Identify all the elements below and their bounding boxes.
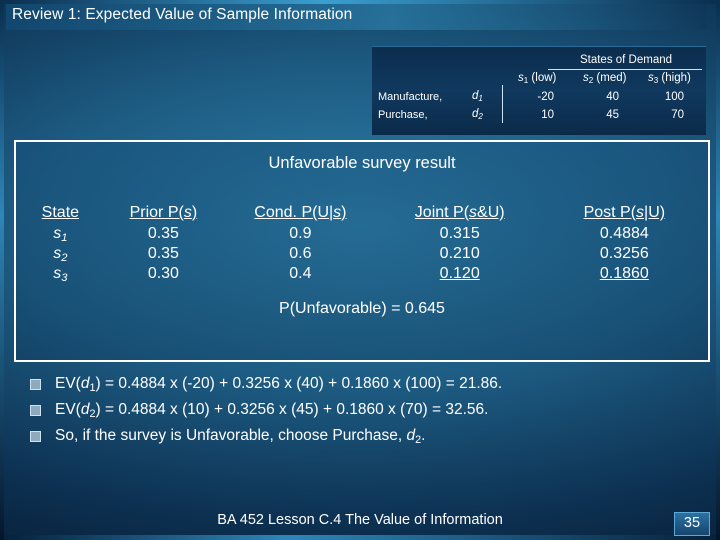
bullet-text-ev-d1: EV(d1) = 0.4884 x (-20) + 0.3256 x (40) … <box>55 375 503 395</box>
payoff-cell-d2-s2: 45 <box>606 109 619 121</box>
payoff-row-label-purchase: Purchase, <box>378 109 428 121</box>
payoff-col-header-s2: s2 (med) <box>583 72 627 86</box>
payoff-row-label-manufacture: Manufacture, <box>378 91 443 103</box>
col-header-state: State <box>41 204 80 221</box>
payoff-cell-d2-s1: 10 <box>541 109 554 121</box>
table-row: s1 0.35 0.9 0.315 0.4884 <box>20 224 704 244</box>
table-header-row: State Prior P(s) Cond. P(U|s) Joint P(s&… <box>20 204 704 224</box>
posterior-probability-table: State Prior P(s) Cond. P(U|s) Joint P(s&… <box>20 204 704 284</box>
cell-post-s3: 0.1860 <box>599 265 649 282</box>
col-header-joint: Joint P(s&U) <box>414 204 505 221</box>
frame-right-bar <box>716 0 720 540</box>
survey-result-box: Unfavorable survey result State Prior P(… <box>14 140 710 362</box>
bullet-square-icon <box>30 431 41 442</box>
cell-post-s2: 0.3256 <box>599 245 649 262</box>
list-item: So, if the survey is Unfavorable, choose… <box>30 426 700 446</box>
survey-heading: Unfavorable survey result <box>268 154 456 172</box>
col-header-prior: Prior P(s) <box>129 204 198 221</box>
list-item: EV(d1) = 0.4884 x (-20) + 0.3256 x (40) … <box>30 374 700 394</box>
cell-prior-s2: 0.35 <box>147 245 179 262</box>
probability-total-row: P(Unfavorable) = 0.645 <box>16 300 708 318</box>
table-row: s3 0.30 0.4 0.120 0.1860 <box>20 264 704 284</box>
payoff-table: States of Demand s1 (low) s2 (med) s3 (h… <box>372 46 706 135</box>
frame-bottom-bar <box>0 535 720 540</box>
payoff-col-header-s3: s3 (high) <box>648 72 691 86</box>
bullet-square-icon <box>30 405 41 416</box>
cell-prior-s3: 0.30 <box>147 265 179 282</box>
col-header-conditional: Cond. P(U|s) <box>254 204 347 221</box>
cell-state-s1: s1 <box>53 225 68 245</box>
payoff-cell-d1-s3: 100 <box>664 91 684 103</box>
bullet-text-ev-d2: EV(d2) = 0.4884 x (10) + 0.3256 x (45) +… <box>55 401 489 421</box>
cell-cond-s3: 0.4 <box>289 265 312 282</box>
total-label: P(Unfavorable) <box>279 300 387 317</box>
bullet-list: EV(d1) = 0.4884 x (-20) + 0.3256 x (40) … <box>30 374 700 452</box>
cell-state-s3: s3 <box>53 265 68 285</box>
payoff-alt-d1: d1 <box>472 90 483 104</box>
payoff-alt-d2: d2 <box>472 108 483 122</box>
table-row: s2 0.35 0.6 0.210 0.3256 <box>20 244 704 264</box>
cell-post-s1: 0.4884 <box>599 225 649 242</box>
cell-joint-s3: 0.120 <box>439 265 480 282</box>
cell-cond-s2: 0.6 <box>289 245 312 262</box>
payoff-group-header: States of Demand <box>579 54 673 66</box>
page-title: Review 1: Expected Value of Sample Infor… <box>12 6 353 23</box>
payoff-cell-d1-s1: -20 <box>537 91 554 103</box>
cell-joint-s1: 0.315 <box>439 225 480 242</box>
page-number: 35 <box>674 512 710 536</box>
total-value: = 0.645 <box>391 300 445 317</box>
cell-prior-s1: 0.35 <box>147 225 179 242</box>
footer-text: BA 452 Lesson C.4 The Value of Informati… <box>217 512 503 528</box>
bullet-square-icon <box>30 379 41 390</box>
cell-cond-s1: 0.9 <box>289 225 312 242</box>
frame-left-bar <box>0 0 4 540</box>
cell-joint-s2: 0.210 <box>439 245 480 262</box>
cell-state-s2: s2 <box>53 245 68 265</box>
bullet-text-conclusion: So, if the survey is Unfavorable, choose… <box>55 427 426 447</box>
payoff-col-header-s1: s1 (low) <box>518 72 557 86</box>
payoff-cell-d1-s2: 40 <box>606 91 619 103</box>
payoff-cell-d2-s3: 70 <box>671 109 684 121</box>
slide: Review 1: Expected Value of Sample Infor… <box>0 0 720 540</box>
list-item: EV(d2) = 0.4884 x (10) + 0.3256 x (45) +… <box>30 400 700 420</box>
payoff-group-rule <box>548 69 702 70</box>
col-header-posterior: Post P(s|U) <box>583 204 666 221</box>
